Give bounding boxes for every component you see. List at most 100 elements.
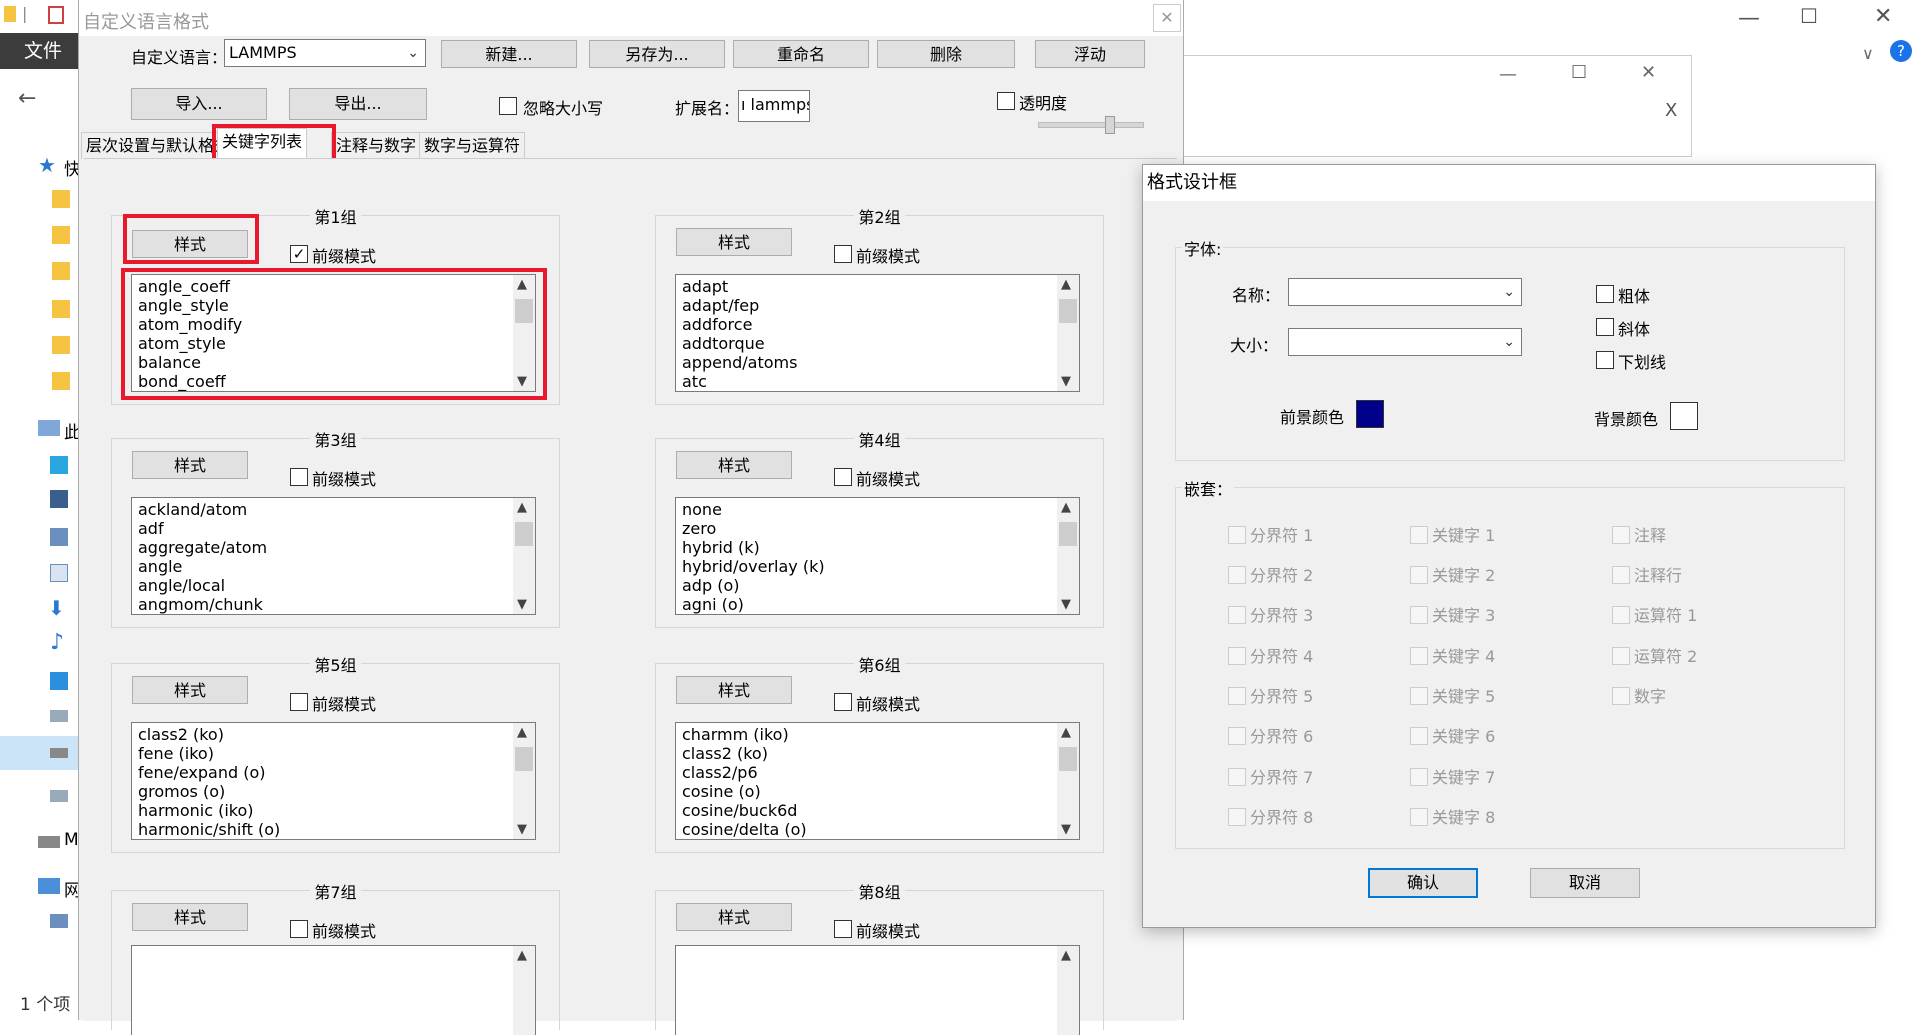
- save-as-button[interactable]: 另存为...: [589, 40, 725, 68]
- list-item[interactable]: cosine/buck6d: [682, 801, 807, 820]
- checkbox[interactable]: [1228, 647, 1246, 665]
- scroll-down-icon[interactable]: ▼: [517, 822, 527, 837]
- folder-icon[interactable]: [52, 336, 70, 354]
- checkbox[interactable]: [1410, 647, 1428, 665]
- import-button[interactable]: 导入...: [131, 88, 267, 120]
- tab-comments-numbers[interactable]: 注释与数字: [331, 132, 422, 159]
- prefix-mode-checkbox[interactable]: ✓: [290, 245, 308, 263]
- style-button[interactable]: 样式: [676, 451, 792, 479]
- list-item[interactable]: zero: [682, 519, 825, 538]
- prefix-mode-checkbox[interactable]: [290, 693, 308, 711]
- scroll-thumb[interactable]: [1059, 747, 1077, 771]
- 3d-objects-icon[interactable]: [50, 456, 68, 474]
- transparency-slider-thumb[interactable]: [1105, 116, 1115, 134]
- list-item[interactable]: addtorque: [682, 334, 797, 353]
- ignore-case-checkbox[interactable]: [499, 97, 517, 115]
- checkbox[interactable]: [1228, 727, 1246, 745]
- keyword-list[interactable]: class2 (ko) fene (iko) fene/expand (o) g…: [131, 722, 536, 840]
- scrollbar[interactable]: ▲ ▼: [1057, 275, 1079, 391]
- export-button[interactable]: 导出...: [289, 88, 427, 120]
- nest-delimiter-5[interactable]: 分界符 5: [1228, 683, 1313, 707]
- style-button[interactable]: 样式: [132, 676, 248, 704]
- list-item[interactable]: agni (o): [682, 595, 825, 614]
- scrollbar[interactable]: ▲ ▼: [513, 723, 535, 839]
- nest-keyword-2[interactable]: 关键字 2: [1410, 562, 1495, 586]
- prefix-mode-checkbox[interactable]: [290, 468, 308, 486]
- nest-keyword-7[interactable]: 关键字 7: [1410, 764, 1495, 788]
- cancel-button[interactable]: 取消: [1530, 868, 1640, 898]
- close-icon[interactable]: ✕: [1641, 62, 1656, 83]
- drive-label[interactable]: M: [64, 830, 79, 850]
- checkbox[interactable]: [1410, 687, 1428, 705]
- rename-button[interactable]: 重命名: [733, 40, 869, 68]
- list-item[interactable]: cosine/delta (o): [682, 820, 807, 839]
- list-item[interactable]: fene (iko): [138, 744, 280, 763]
- checkbox[interactable]: [1410, 606, 1428, 624]
- scroll-up-icon[interactable]: ▲: [1061, 500, 1071, 515]
- keyword-list[interactable]: ackland/atom adf aggregate/atom angle an…: [131, 497, 536, 615]
- list-item[interactable]: class2 (ko): [138, 725, 280, 744]
- list-item[interactable]: append/atoms: [682, 353, 797, 372]
- nest-delimiter-8[interactable]: 分界符 8: [1228, 804, 1313, 828]
- checkbox[interactable]: [1410, 768, 1428, 786]
- checkbox[interactable]: [1612, 526, 1630, 544]
- delete-button[interactable]: 删除: [877, 40, 1015, 68]
- scroll-thumb[interactable]: [515, 747, 533, 771]
- nest-comment[interactable]: 注释: [1612, 522, 1666, 546]
- nest-keyword-8[interactable]: 关键字 8: [1410, 804, 1495, 828]
- tab-numbers-operators[interactable]: 数字与运算符: [419, 132, 526, 159]
- minimize-icon[interactable]: —: [1499, 64, 1517, 85]
- nest-keyword-5[interactable]: 关键字 5: [1410, 683, 1495, 707]
- scroll-thumb[interactable]: [1059, 299, 1077, 323]
- underline-checkbox[interactable]: [1596, 351, 1614, 369]
- scroll-down-icon[interactable]: ▼: [517, 597, 527, 612]
- scrollbar[interactable]: ▲: [513, 946, 535, 1035]
- close-button[interactable]: ✕: [1153, 4, 1181, 32]
- new-button[interactable]: 新建...: [441, 40, 577, 68]
- nest-keyword-1[interactable]: 关键字 1: [1410, 522, 1495, 546]
- music-icon[interactable]: ♪: [50, 630, 64, 655]
- prefix-mode-checkbox[interactable]: [834, 920, 852, 938]
- help-icon[interactable]: ?: [1890, 40, 1912, 62]
- network-icon[interactable]: [38, 878, 60, 894]
- maximize-icon[interactable]: ☐: [1800, 4, 1818, 28]
- pc-icon[interactable]: [38, 420, 60, 436]
- nest-delimiter-6[interactable]: 分界符 6: [1228, 723, 1313, 747]
- font-size-select[interactable]: ⌄: [1288, 328, 1522, 356]
- prefix-mode-checkbox[interactable]: [834, 245, 852, 263]
- nest-number[interactable]: 数字: [1612, 683, 1666, 707]
- checkbox[interactable]: [1410, 727, 1428, 745]
- background-color-swatch[interactable]: [1670, 402, 1698, 430]
- checkbox[interactable]: [1410, 526, 1428, 544]
- selected-drive-row[interactable]: [0, 736, 80, 770]
- list-item[interactable]: angmom/chunk: [138, 595, 267, 614]
- checkbox[interactable]: [1228, 526, 1246, 544]
- checkbox[interactable]: [1612, 687, 1630, 705]
- scrollbar[interactable]: ▲: [1057, 946, 1079, 1035]
- transparency-checkbox[interactable]: [997, 92, 1015, 110]
- keyword-list[interactable]: adapt adapt/fep addforce addtorque appen…: [675, 274, 1080, 392]
- drive-icon[interactable]: [38, 836, 60, 848]
- scroll-up-icon[interactable]: ▲: [1061, 948, 1071, 963]
- network-pc-icon[interactable]: [50, 914, 68, 928]
- list-item[interactable]: class2/p6: [682, 763, 807, 782]
- style-button[interactable]: 样式: [132, 903, 248, 931]
- list-item[interactable]: hybrid/overlay (k): [682, 557, 825, 576]
- keyword-list[interactable]: charmm (iko) class2 (ko) class2/p6 cosin…: [675, 722, 1080, 840]
- nest-delimiter-2[interactable]: 分界符 2: [1228, 562, 1313, 586]
- close-icon[interactable]: ✕: [1874, 4, 1892, 29]
- folder-icon[interactable]: [52, 300, 70, 318]
- prefix-mode-checkbox[interactable]: [290, 920, 308, 938]
- drive-icon[interactable]: [50, 710, 68, 722]
- checkbox[interactable]: [1612, 606, 1630, 624]
- list-item[interactable]: harmonic/shift (o): [138, 820, 280, 839]
- scroll-up-icon[interactable]: ▲: [1061, 725, 1071, 740]
- checkbox[interactable]: [1228, 687, 1246, 705]
- checkbox[interactable]: [1612, 647, 1630, 665]
- scroll-up-icon[interactable]: ▲: [517, 500, 527, 515]
- style-button[interactable]: 样式: [676, 903, 792, 931]
- pictures-icon[interactable]: [50, 528, 68, 546]
- list-item[interactable]: none: [682, 500, 825, 519]
- nest-operator-1[interactable]: 运算符 1: [1612, 602, 1697, 626]
- documents-icon[interactable]: [50, 564, 68, 582]
